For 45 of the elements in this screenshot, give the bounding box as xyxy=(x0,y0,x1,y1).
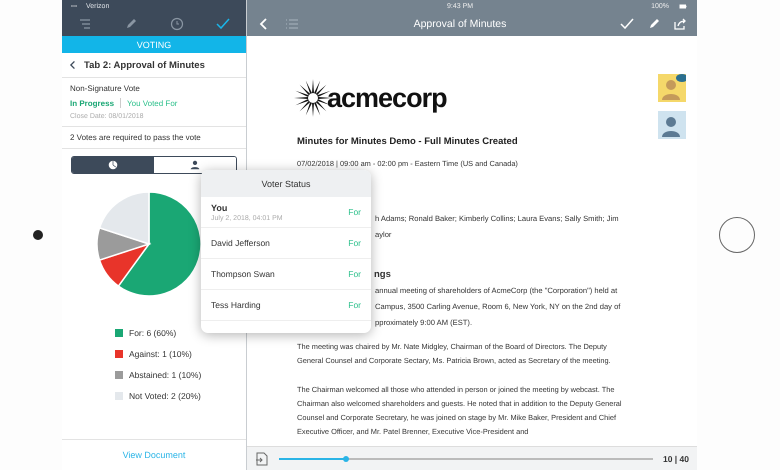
pie-icon[interactable] xyxy=(108,160,118,170)
vote-requirement: 2 Votes are required to pass the vote xyxy=(70,133,202,142)
camera-icon xyxy=(33,230,43,240)
voter-name: David Jefferson xyxy=(211,238,270,248)
legend-label: Not Voted: 2 (20%) xyxy=(129,391,201,401)
panel-title: Tab 2: Approval of Minutes xyxy=(84,60,205,70)
legend-swatch xyxy=(115,371,123,379)
minutes-heading: Minutes for Minutes Demo - Full Minutes Created xyxy=(297,136,519,148)
view-document-link[interactable]: View Document xyxy=(122,450,186,460)
voter-name: You xyxy=(211,202,228,212)
annotation-thumbnail xyxy=(658,74,686,102)
list-icon[interactable] xyxy=(78,17,92,31)
section-heading: ngs xyxy=(374,268,391,282)
chart-tab[interactable] xyxy=(72,157,154,173)
vote-value: For xyxy=(348,238,361,248)
legend-label: Abstained: 1 (10%) xyxy=(129,370,202,380)
vote-value: For xyxy=(348,300,361,310)
vote-value: For xyxy=(348,269,361,279)
back-icon[interactable] xyxy=(68,58,78,72)
company-logo: acmecorp xyxy=(327,82,447,114)
pencil-icon[interactable] xyxy=(647,17,661,31)
check-icon[interactable] xyxy=(216,17,230,31)
vote-status: In Progress xyxy=(70,98,114,108)
vote-type: Non-Signature Vote xyxy=(70,84,141,93)
pencil-icon[interactable] xyxy=(124,17,138,31)
page-counter: 10 | 40 xyxy=(662,454,689,464)
voter-name: Tess Harding xyxy=(211,300,261,310)
document-title: Approval of Minutes xyxy=(412,18,508,30)
voter-name: Thompson Swan xyxy=(211,269,275,279)
legend-swatch xyxy=(115,329,123,337)
popover-title: Voter Status xyxy=(201,170,371,197)
legend-label: Against: 1 (10%) xyxy=(129,349,192,359)
home-button[interactable] xyxy=(718,217,754,253)
person-icon[interactable] xyxy=(190,160,200,170)
my-vote: You Voted For xyxy=(127,98,178,108)
slider-thumb[interactable] xyxy=(343,456,350,462)
annotation-thumbnail xyxy=(658,111,686,139)
section-title: VOTING xyxy=(62,36,246,53)
clock-icon[interactable] xyxy=(170,17,184,31)
vote-value: For xyxy=(348,207,361,217)
legend-swatch xyxy=(115,350,123,358)
legend-label: For: 6 (60%) xyxy=(129,328,176,338)
document-icon[interactable] xyxy=(255,450,269,466)
legend-swatch xyxy=(115,392,123,400)
share-icon[interactable] xyxy=(673,17,687,31)
